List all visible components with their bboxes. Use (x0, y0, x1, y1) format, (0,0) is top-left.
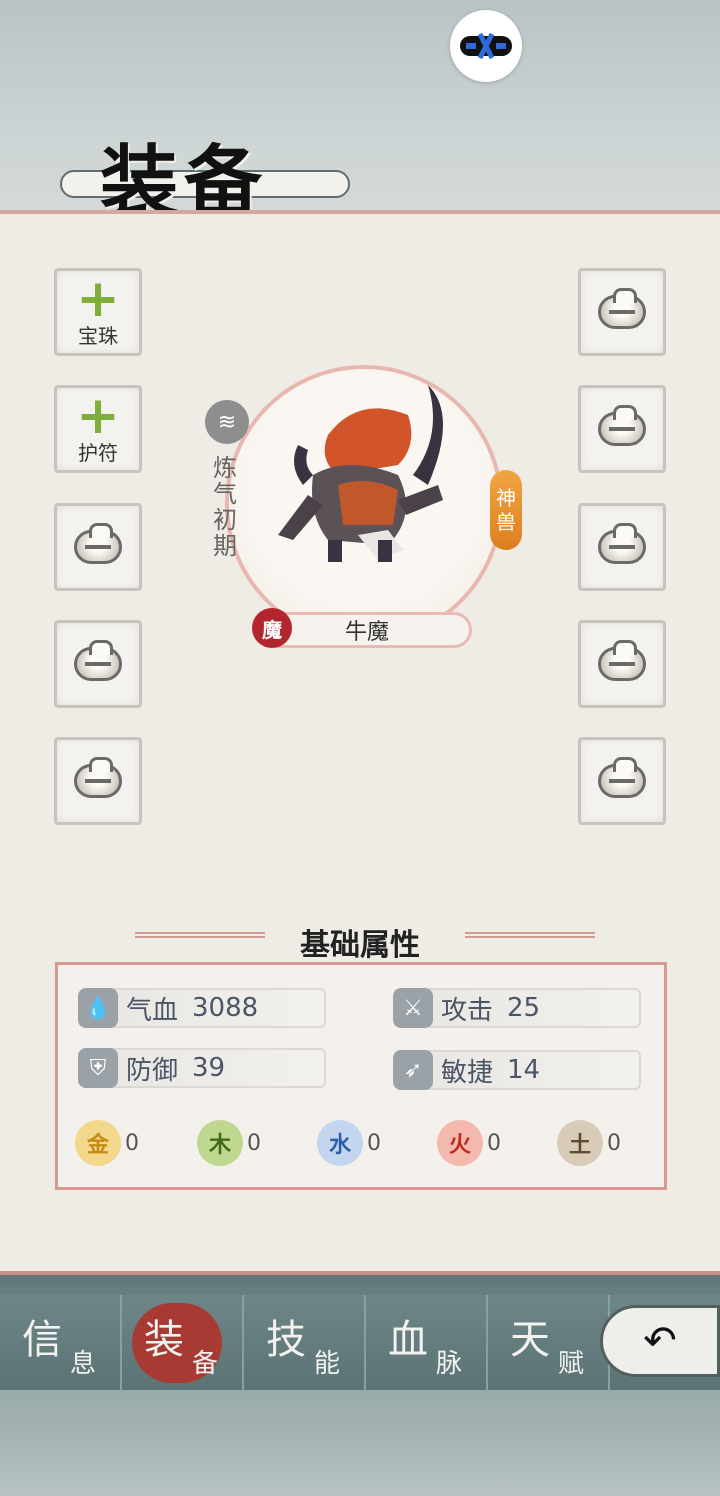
demon-seal-icon: 魔 (252, 608, 292, 648)
stat-value: 3088 (192, 993, 259, 1023)
tab-skills[interactable]: 技 能 (244, 1295, 366, 1390)
slot-locked[interactable] (578, 620, 666, 708)
tab-sublabel: 能 (314, 1349, 341, 1379)
stat-agility: ➶ 敏捷 14 (393, 1050, 641, 1090)
tab-label: 装 (144, 1317, 184, 1363)
slot-locked[interactable] (54, 737, 142, 825)
element-wood: 木 0 (197, 1120, 261, 1166)
earth-icon: 土 (557, 1120, 603, 1166)
game-assistant-button[interactable] (450, 10, 522, 82)
blood-drop-icon: 💧 (78, 988, 118, 1028)
lock-icon (74, 757, 122, 798)
slot-locked[interactable] (578, 737, 666, 825)
tab-label: 天 (510, 1317, 550, 1363)
tab-talent[interactable]: 天 赋 (488, 1295, 610, 1390)
tab-label: 信 (22, 1317, 62, 1363)
stat-name: 敏捷 (441, 1057, 494, 1088)
divine-beast-tag: 神兽 (490, 470, 522, 550)
slot-locked[interactable] (54, 620, 142, 708)
slot-talisman[interactable]: + 护符 (54, 385, 142, 473)
water-icon: 水 (317, 1120, 363, 1166)
slot-locked[interactable] (578, 268, 666, 356)
element-value: 0 (487, 1130, 501, 1156)
add-icon: + (76, 268, 120, 329)
element-fire: 火 0 (437, 1120, 501, 1166)
slot-locked[interactable] (54, 503, 142, 591)
slot-locked[interactable] (578, 503, 666, 591)
slot-orb[interactable]: + 宝珠 (54, 268, 142, 356)
stat-name: 攻击 (441, 995, 494, 1026)
divider-right (465, 932, 595, 938)
lock-icon (598, 640, 646, 681)
add-icon: + (76, 385, 120, 446)
stat-name: 气血 (126, 995, 179, 1026)
element-metal: 金 0 (75, 1120, 139, 1166)
element-water: 水 0 (317, 1120, 381, 1166)
lock-icon (598, 757, 646, 798)
lock-icon (74, 640, 122, 681)
controller-icon (460, 32, 512, 60)
attack-icon: ⚔ (393, 988, 433, 1028)
stat-hp: 💧 气血 3088 (78, 988, 326, 1028)
stat-name: 防御 (126, 1055, 179, 1086)
lock-icon (598, 405, 646, 446)
back-button[interactable]: ↶ (600, 1305, 720, 1377)
tab-label: 技 (266, 1317, 306, 1363)
element-value: 0 (125, 1130, 139, 1156)
wood-icon: 木 (197, 1120, 243, 1166)
element-earth: 土 0 (557, 1120, 621, 1166)
stat-value: 39 (192, 1053, 226, 1083)
tab-sublabel: 赋 (558, 1349, 585, 1379)
element-value: 0 (247, 1130, 261, 1156)
slot-label: 宝珠 (78, 323, 118, 348)
tab-sublabel: 备 (192, 1349, 219, 1379)
tab-info[interactable]: 信 息 (0, 1295, 122, 1390)
fire-icon: 火 (437, 1120, 483, 1166)
lock-icon (74, 523, 122, 564)
character-name: 牛魔 (262, 612, 472, 648)
tab-label: 血 (388, 1317, 428, 1363)
metal-icon: 金 (75, 1120, 121, 1166)
back-arrow-icon: ↶ (643, 1318, 677, 1364)
lock-icon (598, 523, 646, 564)
element-value: 0 (607, 1130, 621, 1156)
agility-icon: ➶ (393, 1050, 433, 1090)
slot-locked[interactable] (578, 385, 666, 473)
stat-attack: ⚔ 攻击 25 (393, 988, 641, 1028)
realm-label: 炼气初期 (213, 454, 237, 560)
cloud-swirl-icon: ≋ (205, 400, 249, 444)
section-title: 基础属性 (300, 928, 420, 963)
stat-value: 25 (507, 993, 541, 1023)
tab-equipment[interactable]: 装 备 (122, 1295, 244, 1390)
tab-bloodline[interactable]: 血 脉 (366, 1295, 488, 1390)
shield-icon: ⛨ (78, 1048, 118, 1088)
slot-label: 护符 (78, 440, 118, 465)
tab-sublabel: 脉 (436, 1349, 463, 1379)
stat-defense: ⛨ 防御 39 (78, 1048, 326, 1088)
tab-sublabel: 息 (70, 1349, 97, 1379)
element-value: 0 (367, 1130, 381, 1156)
bull-demon-figure (278, 385, 443, 562)
lock-icon (598, 288, 646, 329)
stat-value: 14 (507, 1055, 541, 1085)
